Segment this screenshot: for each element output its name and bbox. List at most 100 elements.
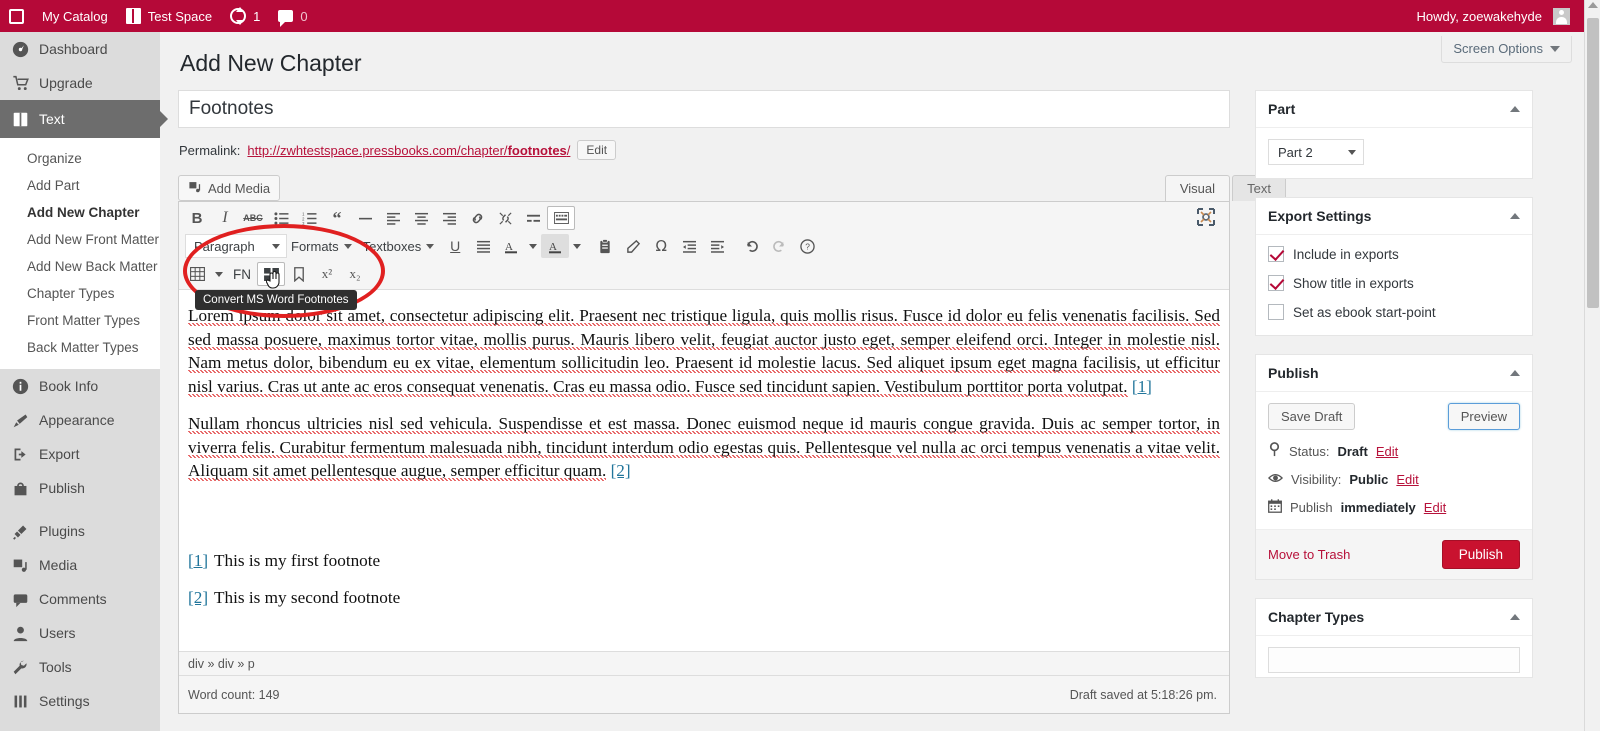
sidebar-item-chapter-types[interactable]: Chapter Types — [0, 280, 160, 307]
add-media-button[interactable]: Add Media — [178, 175, 281, 201]
my-catalog-link[interactable]: My Catalog — [33, 0, 117, 32]
footnote-icon[interactable]: FN — [227, 262, 257, 286]
sidebar-item-front-matter-types[interactable]: Front Matter Types — [0, 307, 160, 334]
sidebar-item-text[interactable]: Text — [0, 100, 168, 138]
chapter-types-field[interactable] — [1268, 647, 1520, 673]
chevron-up-icon[interactable] — [1510, 370, 1520, 376]
scrollbar-thumb[interactable] — [1587, 18, 1599, 308]
show-title-in-exports-row[interactable]: Show title in exports — [1268, 275, 1520, 291]
horizontal-rule-icon[interactable] — [351, 206, 379, 230]
redo-icon[interactable] — [765, 234, 793, 258]
comments-link[interactable]: 0 — [269, 0, 316, 32]
bold-icon[interactable]: B — [183, 206, 211, 230]
superscript-icon[interactable]: x² — [313, 262, 341, 286]
numbered-list-icon[interactable]: 123 — [295, 206, 323, 230]
sidebar-item-upgrade[interactable]: Upgrade — [0, 66, 160, 100]
footnote-backlink-1[interactable]: [1] — [188, 551, 208, 570]
outdent-icon[interactable] — [675, 234, 703, 258]
underline-icon[interactable]: U — [441, 234, 469, 258]
sidebar-item-add-new-back-matter[interactable]: Add New Back Matter — [0, 253, 160, 280]
status-edit-link[interactable]: Edit — [1376, 444, 1398, 459]
include-in-exports-checkbox[interactable] — [1268, 246, 1284, 262]
bookmark-icon[interactable] — [285, 262, 313, 286]
publish-button[interactable]: Publish — [1441, 540, 1520, 569]
scroll-up-arrow-icon[interactable] — [1588, 2, 1598, 8]
justify-icon[interactable] — [469, 234, 497, 258]
fullscreen-icon[interactable] — [1197, 208, 1215, 231]
wordpress-logo-button[interactable] — [0, 0, 33, 32]
textboxes-menu[interactable]: Textboxes — [359, 234, 442, 258]
include-in-exports-row[interactable]: Include in exports — [1268, 246, 1520, 262]
footnote-ref-2[interactable]: [2] — [611, 461, 631, 480]
align-center-icon[interactable] — [407, 206, 435, 230]
unlink-icon[interactable] — [491, 206, 519, 230]
updates-link[interactable]: 1 — [221, 0, 269, 32]
paragraph-format-select[interactable]: Paragraph — [185, 234, 287, 258]
sidebar-item-add-part[interactable]: Add Part — [0, 172, 160, 199]
publish-panel-header[interactable]: Publish — [1256, 355, 1532, 392]
export-settings-header[interactable]: Export Settings — [1256, 198, 1532, 235]
sidebar-item-back-matter-types[interactable]: Back Matter Types — [0, 334, 160, 361]
chevron-up-icon[interactable] — [1510, 106, 1520, 112]
align-left-icon[interactable] — [379, 206, 407, 230]
subscript-icon[interactable]: x₂ — [341, 262, 369, 286]
text-color-icon[interactable]: A — [497, 234, 525, 258]
sidebar-item-plugins[interactable]: Plugins — [0, 514, 160, 548]
text-color-dropdown-icon[interactable] — [525, 234, 541, 258]
chapter-types-header[interactable]: Chapter Types — [1256, 599, 1532, 636]
sidebar-item-add-new-front-matter[interactable]: Add New Front Matter — [0, 226, 160, 253]
undo-icon[interactable] — [737, 234, 765, 258]
keyboard-shortcuts-icon[interactable]: ? — [793, 234, 821, 258]
sidebar-item-export[interactable]: Export — [0, 437, 160, 471]
clear-formatting-icon[interactable] — [619, 234, 647, 258]
link-icon[interactable] — [463, 206, 491, 230]
formats-menu[interactable]: Formats — [287, 234, 359, 258]
sidebar-item-publish[interactable]: Publish — [0, 471, 160, 505]
chevron-up-icon[interactable] — [1510, 213, 1520, 219]
page-scrollbar[interactable] — [1584, 0, 1600, 731]
save-draft-button[interactable]: Save Draft — [1268, 403, 1356, 430]
sidebar-item-book-info[interactable]: Book Info — [0, 369, 160, 403]
sidebar-item-media[interactable]: Media — [0, 548, 160, 582]
element-path-bar[interactable]: div » div » p — [179, 651, 1229, 675]
highlight-color-icon[interactable]: A — [541, 234, 570, 258]
preview-button[interactable]: Preview — [1447, 403, 1520, 430]
table-dropdown-icon[interactable] — [211, 262, 227, 286]
part-select[interactable]: Part 2 — [1268, 139, 1364, 165]
schedule-edit-link[interactable]: Edit — [1424, 500, 1446, 515]
special-character-icon[interactable]: Ω — [647, 234, 675, 258]
blockquote-icon[interactable]: “ — [323, 206, 351, 230]
edit-permalink-button[interactable]: Edit — [577, 140, 617, 160]
sidebar-item-organize[interactable]: Organize — [0, 145, 160, 172]
sidebar-item-appearance[interactable]: Appearance — [0, 403, 160, 437]
sidebar-item-dashboard[interactable]: Dashboard — [0, 32, 160, 66]
highlight-color-dropdown-icon[interactable] — [569, 234, 585, 258]
sidebar-item-add-new-chapter[interactable]: Add New Chapter — [0, 199, 160, 226]
visibility-edit-link[interactable]: Edit — [1396, 472, 1418, 487]
part-panel-header[interactable]: Part — [1256, 91, 1532, 128]
tab-visual[interactable]: Visual — [1164, 175, 1230, 201]
footnote-ref-1[interactable]: [1] — [1132, 377, 1152, 396]
screen-options-toggle[interactable]: Screen Options — [1441, 36, 1572, 63]
indent-icon[interactable] — [703, 234, 731, 258]
post-title-input[interactable] — [178, 90, 1230, 128]
table-icon[interactable] — [183, 262, 211, 286]
site-name-link[interactable]: Test Space — [117, 0, 221, 32]
sidebar-item-users[interactable]: Users — [0, 616, 160, 650]
toolbar-toggle-icon[interactable] — [547, 206, 575, 230]
align-right-icon[interactable] — [435, 206, 463, 230]
paste-as-text-icon[interactable] — [591, 234, 619, 258]
italic-icon[interactable]: I — [211, 206, 239, 230]
sidebar-item-tools[interactable]: Tools — [0, 650, 160, 684]
read-more-icon[interactable] — [519, 206, 547, 230]
permalink-link[interactable]: http://zwhtestspace.pressbooks.com/chapt… — [247, 143, 570, 158]
show-title-in-exports-checkbox[interactable] — [1268, 275, 1284, 291]
account-menu[interactable]: Howdy, zoewakehyde — [1408, 0, 1600, 32]
bulleted-list-icon[interactable] — [267, 206, 295, 230]
strikethrough-icon[interactable]: ABC — [239, 206, 267, 230]
ebook-start-point-row[interactable]: Set as ebook start-point — [1268, 304, 1520, 320]
move-to-trash-link[interactable]: Move to Trash — [1268, 547, 1350, 562]
sidebar-item-settings[interactable]: Settings — [0, 684, 160, 718]
sidebar-item-comments[interactable]: Comments — [0, 582, 160, 616]
chevron-up-icon[interactable] — [1510, 614, 1520, 620]
